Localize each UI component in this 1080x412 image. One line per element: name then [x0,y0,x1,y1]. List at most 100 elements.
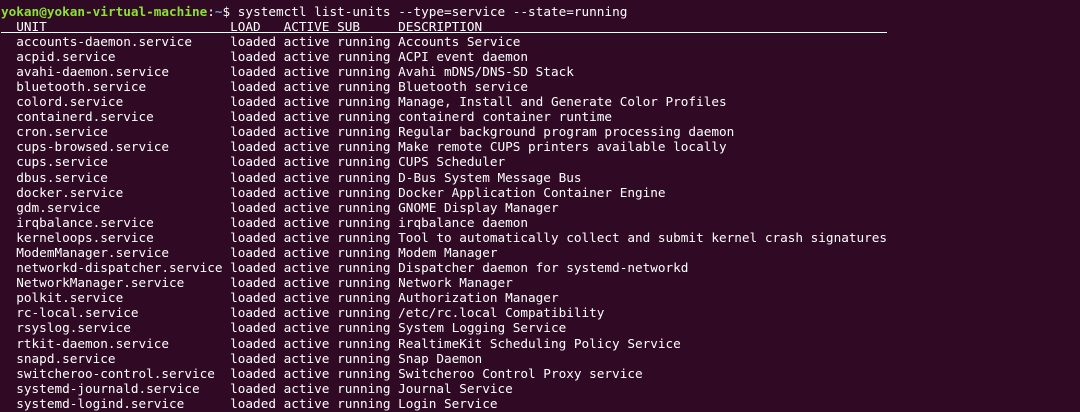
unit-name: containerd.service [16,109,154,125]
unit-description: Network Manager [398,275,513,291]
sub-state: running [337,139,391,155]
active-state: active [283,78,330,94]
sub-state: running [337,320,391,336]
load-state: loaded [230,169,276,185]
sub-state: running [337,350,391,366]
table-row: dbus.service loaded active running D-Bus Sys… [1,170,1080,185]
header-underline [1,31,888,33]
active-state: active [283,260,330,276]
unit-description: Manage, Install and Generate Color Profi… [398,94,727,110]
table-row: systemd-logind.service loaded active runnin… [1,396,1080,411]
unit-description: RealtimeKit Scheduling Policy Service [398,335,681,351]
load-state: loaded [230,380,276,396]
table-row: kerneloops.service loaded active running Too… [1,230,1080,245]
sub-state: running [337,214,391,230]
prompt-line: yokan@yokan-virtual-machine:~$ systemctl … [1,4,1080,19]
sub-state: running [337,154,391,170]
load-state: loaded [230,48,276,64]
load-state: loaded [230,214,276,230]
unit-name: docker.service [16,184,124,200]
active-state: active [283,245,330,260]
unit-description: Snap Daemon [398,350,483,366]
load-state: loaded [230,275,276,291]
load-state: loaded [230,33,276,49]
sub-state: running [337,395,391,411]
table-header: UNIT LOAD ACTIVE SUB DESCRIPTION [1,19,1080,34]
unit-name: cron.service [16,124,108,140]
sub-state: running [337,290,391,306]
unit-name: rsyslog.service [16,320,131,336]
unit-description: Journal Service [398,380,513,396]
table-row: snapd.service loaded active running Snap Dae… [1,351,1080,366]
active-state: active [283,199,330,215]
unit-description: containerd container runtime [398,109,613,125]
unit-name: kerneloops.service [16,229,154,245]
unit-name: NetworkManager.service [16,275,185,291]
load-state: loaded [230,229,276,245]
load-state: loaded [230,154,276,170]
load-state: loaded [230,124,276,140]
service-list: accounts-daemon.service loaded active runni… [1,34,1080,411]
unit-name: rc-local.service [16,305,139,321]
unit-description: Tool to automatically collect and submit… [398,229,888,245]
load-state: loaded [230,63,276,79]
load-state: loaded [230,245,276,260]
active-state: active [283,335,330,351]
unit-description: Login Service [398,395,498,411]
sub-state: running [337,94,391,110]
unit-name: cups.service [16,154,108,170]
sub-state: running [337,63,391,79]
unit-description: Authorization Manager [398,290,559,306]
active-state: active [283,94,330,110]
unit-name: systemd-journald.service [16,380,200,396]
sub-state: running [337,305,391,321]
unit-description: GNOME Display Manager [398,199,559,215]
sub-state: running [337,184,391,200]
active-state: active [283,229,330,245]
table-row: rtkit-daemon.service loaded active running R… [1,336,1080,351]
unit-description: Regular background program processing da… [398,124,735,140]
table-row: cups.service loaded active running CUPS Sche… [1,154,1080,169]
load-state: loaded [230,199,276,215]
active-state: active [283,350,330,366]
unit-description: /etc/rc.local Compatibility [398,305,605,321]
sub-state: running [337,380,391,396]
active-state: active [283,139,330,155]
table-row: docker.service loaded active running Docker … [1,185,1080,200]
unit-name: gdm.service [16,199,101,215]
sub-state: running [337,48,391,64]
table-row: irqbalance.service loaded active running irq… [1,215,1080,230]
active-state: active [283,214,330,230]
unit-name: colord.service [16,94,124,110]
table-row: cron.service loaded active running Regular b… [1,124,1080,139]
load-state: loaded [230,365,276,381]
sub-state: running [337,275,391,291]
active-state: active [283,63,330,79]
active-state: active [283,48,330,64]
load-state: loaded [230,335,276,351]
prompt-symbol: $ [222,3,231,19]
unit-name: dbus.service [16,169,108,185]
terminal-viewport[interactable]: yokan@yokan-virtual-machine:~$ systemctl … [0,0,1080,412]
load-state: loaded [230,139,276,155]
load-state: loaded [230,260,276,276]
unit-description: D-Bus System Message Bus [398,169,582,185]
unit-name: networkd-dispatcher.service [16,260,223,276]
unit-name: irqbalance.service [16,214,154,230]
table-row: systemd-journald.service loaded active runn… [1,381,1080,396]
load-state: loaded [230,78,276,94]
unit-description: irqbalance daemon [398,214,529,230]
unit-description: System Logging Service [398,320,567,336]
sub-state: running [337,199,391,215]
table-row: acpid.service loaded active running ACPI eve… [1,49,1080,64]
load-state: loaded [230,320,276,336]
active-state: active [283,109,330,125]
unit-name: systemd-logind.service [16,395,185,411]
prompt-path: ~ [214,3,223,19]
load-state: loaded [230,94,276,110]
active-state: active [283,290,330,306]
sub-state: running [337,335,391,351]
load-state: loaded [230,305,276,321]
unit-description: Modem Manager [398,245,498,260]
active-state: active [283,124,330,140]
